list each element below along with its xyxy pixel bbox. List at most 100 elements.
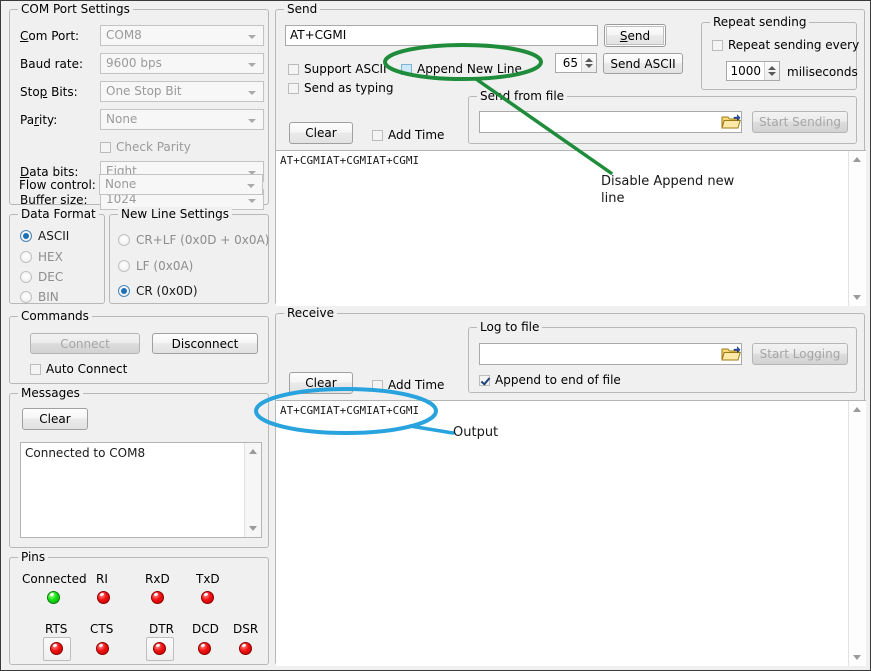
com-port-label: Com Port: bbox=[20, 29, 79, 43]
stop-bits-select[interactable]: One Stop Bit bbox=[100, 81, 264, 102]
com-port-select[interactable]: COM8 bbox=[100, 25, 264, 46]
send-command-input[interactable]: AT+CGMI bbox=[285, 25, 598, 46]
log-file-browse-button[interactable] bbox=[721, 345, 741, 363]
receive-clear-label: Clear bbox=[305, 376, 336, 390]
folder-open-icon bbox=[721, 113, 741, 131]
flow-control-value: None bbox=[105, 177, 136, 191]
log-file-path-input[interactable] bbox=[479, 343, 742, 365]
ascii-code-value: 65 bbox=[556, 54, 581, 72]
check-parity-checkbox[interactable]: Check Parity bbox=[100, 140, 191, 154]
checkbox-box bbox=[479, 375, 490, 386]
send-file-path-input[interactable] bbox=[479, 111, 742, 133]
pin-led-dtr[interactable] bbox=[153, 642, 166, 655]
radio-data-format-hex[interactable]: HEX bbox=[20, 250, 63, 264]
spinner-down-icon[interactable] bbox=[768, 72, 776, 76]
send-ascii-button[interactable]: Send ASCII bbox=[603, 53, 683, 74]
repeat-unit-label: miliseconds bbox=[787, 65, 858, 79]
send-log-scrollbar[interactable] bbox=[848, 151, 865, 306]
pin-led-dsr bbox=[239, 642, 252, 655]
append-to-end-of-file-checkbox[interactable]: Append to end of file bbox=[479, 373, 621, 387]
radio-newline-crlf[interactable]: CR+LF (0x0D + 0x0A) bbox=[118, 233, 269, 247]
send-clear-button[interactable]: Clear bbox=[289, 122, 353, 144]
scroll-down-icon[interactable] bbox=[249, 526, 257, 531]
radio-label: LF (0x0A) bbox=[136, 259, 193, 273]
receive-log[interactable]: AT+CGMIAT+CGMIAT+CGMI bbox=[276, 400, 866, 666]
start-logging-label: Start Logging bbox=[760, 347, 841, 361]
send-log[interactable]: AT+CGMIAT+CGMIAT+CGMI bbox=[276, 150, 866, 306]
radio-dot bbox=[20, 230, 32, 242]
messages-clear-label: Clear bbox=[39, 412, 70, 426]
radio-data-format-ascii[interactable]: ASCII bbox=[20, 229, 69, 243]
auto-connect-label: Auto Connect bbox=[46, 362, 127, 376]
pin-label-rts: RTS bbox=[45, 622, 67, 636]
ascii-code-spinner[interactable]: 65 bbox=[555, 53, 597, 73]
receive-add-time-checkbox[interactable]: Add Time bbox=[372, 378, 444, 392]
connect-button[interactable]: Connect bbox=[30, 333, 140, 354]
pin-led-connected bbox=[47, 591, 60, 604]
scroll-up-icon[interactable] bbox=[249, 449, 257, 454]
receive-legend: Receive bbox=[284, 306, 337, 320]
parity-label: Parity: bbox=[20, 113, 57, 127]
pins-legend: Pins bbox=[18, 550, 48, 564]
support-ascii-checkbox[interactable]: Support ASCII bbox=[288, 62, 387, 76]
radio-dot bbox=[20, 251, 32, 263]
start-logging-button[interactable]: Start Logging bbox=[752, 343, 848, 365]
radio-label: HEX bbox=[38, 250, 63, 264]
spinner-up-icon[interactable] bbox=[585, 58, 593, 62]
send-clear-label: Clear bbox=[305, 126, 336, 140]
auto-connect-checkbox[interactable]: Auto Connect bbox=[30, 362, 127, 376]
start-sending-label: Start Sending bbox=[759, 115, 841, 129]
scroll-down-icon[interactable] bbox=[853, 295, 861, 300]
receive-add-time-label: Add Time bbox=[388, 378, 444, 392]
data-bits-label: Data bits: bbox=[20, 165, 78, 179]
radio-data-format-dec[interactable]: DEC bbox=[20, 270, 63, 284]
send-from-file-group: Send from file Start Sending bbox=[468, 96, 857, 144]
messages-scrollbar[interactable] bbox=[244, 443, 261, 537]
repeat-sending-checkbox[interactable]: Repeat sending every bbox=[712, 38, 859, 52]
radio-dot bbox=[20, 271, 32, 283]
radio-dot bbox=[118, 285, 130, 297]
pins-group: Pins Connected RI RxD TxD RTS CTS DTR DC… bbox=[9, 557, 269, 665]
receive-clear-button[interactable]: Clear bbox=[289, 372, 353, 394]
disconnect-button[interactable]: Disconnect bbox=[152, 333, 258, 354]
radio-label: CR (0x0D) bbox=[136, 284, 198, 298]
append-new-line-checkbox[interactable]: Append New Line bbox=[401, 62, 522, 76]
connect-button-label: Connect bbox=[60, 337, 110, 351]
com-port-value: COM8 bbox=[106, 28, 142, 42]
send-file-browse-button[interactable] bbox=[721, 113, 741, 131]
flow-control-label: Flow control: bbox=[19, 178, 96, 192]
checkbox-box bbox=[100, 142, 111, 153]
pin-led-rts[interactable] bbox=[50, 642, 63, 655]
checkbox-box bbox=[401, 64, 412, 75]
send-as-typing-label: Send as typing bbox=[304, 81, 393, 95]
parity-select[interactable]: None bbox=[100, 109, 264, 130]
radio-newline-lf[interactable]: LF (0x0A) bbox=[118, 259, 193, 273]
chevron-down-icon bbox=[248, 91, 256, 95]
scroll-down-icon[interactable] bbox=[853, 655, 861, 660]
chevron-down-icon bbox=[248, 119, 256, 123]
scroll-up-icon[interactable] bbox=[853, 157, 861, 162]
folder-open-icon bbox=[721, 345, 741, 363]
scroll-up-icon[interactable] bbox=[853, 407, 861, 412]
send-button[interactable]: Send bbox=[604, 24, 666, 47]
start-sending-button[interactable]: Start Sending bbox=[752, 111, 848, 133]
flow-control-select[interactable]: None bbox=[99, 174, 263, 195]
pin-label-txd: TxD bbox=[196, 572, 220, 586]
send-add-time-label: Add Time bbox=[388, 128, 444, 142]
radio-data-format-bin[interactable]: BIN bbox=[20, 290, 59, 304]
radio-newline-cr[interactable]: CR (0x0D) bbox=[118, 284, 198, 298]
spinner-buttons[interactable] bbox=[581, 54, 596, 72]
spinner-down-icon[interactable] bbox=[585, 64, 593, 68]
send-as-typing-checkbox[interactable]: Send as typing bbox=[288, 81, 393, 95]
repeat-interval-spinner[interactable]: 1000 bbox=[726, 61, 780, 81]
messages-group: Messages Clear Connected to COM8 bbox=[9, 393, 269, 548]
messages-clear-button[interactable]: Clear bbox=[22, 408, 88, 430]
spinner-buttons[interactable] bbox=[764, 62, 779, 80]
pin-label-rxd: RxD bbox=[145, 572, 170, 586]
send-add-time-checkbox[interactable]: Add Time bbox=[372, 128, 444, 142]
baud-rate-select[interactable]: 9600 bps bbox=[100, 53, 264, 74]
messages-log[interactable]: Connected to COM8 bbox=[20, 442, 262, 538]
spinner-up-icon[interactable] bbox=[768, 66, 776, 70]
send-button-label: Send bbox=[620, 29, 650, 43]
receive-log-scrollbar[interactable] bbox=[848, 401, 865, 666]
